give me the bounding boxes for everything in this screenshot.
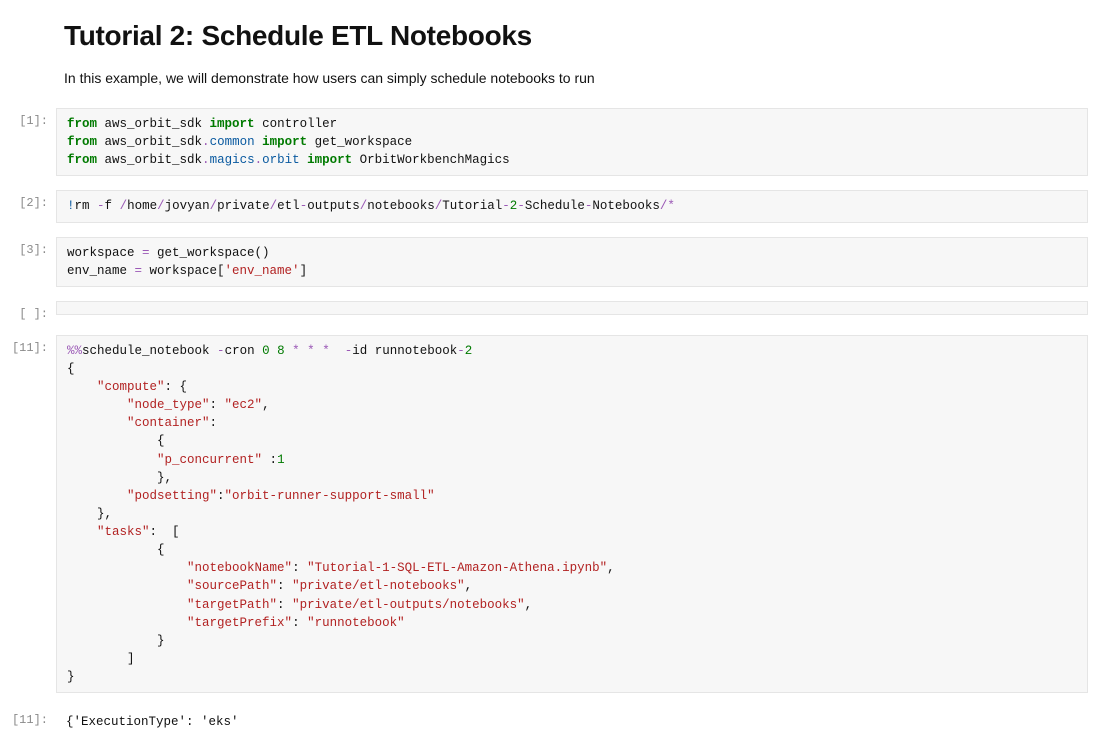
code-input-11[interactable]: %%schedule_notebook -cron 0 8 * * * -id … xyxy=(56,335,1088,693)
seg: outputs xyxy=(307,199,360,213)
page-title: Tutorial 2: Schedule ETL Notebooks xyxy=(64,20,1100,52)
prompt-out-11: [11]: xyxy=(0,707,56,727)
notebook: Tutorial 2: Schedule ETL Notebooks In th… xyxy=(0,0,1100,737)
json-string: "node_type" xyxy=(127,398,210,412)
output-cell-11: [11]: {'ExecutionType': 'eks' xyxy=(0,707,1100,737)
kw-import: import xyxy=(210,117,255,131)
json-string: "private/etl-outputs/notebooks" xyxy=(292,598,525,612)
json-string: "targetPath" xyxy=(187,598,277,612)
dash: - xyxy=(457,344,465,358)
cmd: rm xyxy=(75,199,98,213)
json-string: "podsetting" xyxy=(127,489,217,503)
json-string: "targetPrefix" xyxy=(187,616,292,630)
json-string: "tasks" xyxy=(97,525,150,539)
json-string: "p_concurrent" xyxy=(157,453,262,467)
mod: aws_orbit_sdk xyxy=(105,153,203,167)
star: * xyxy=(292,344,300,358)
dot: . xyxy=(202,135,210,149)
code-cell-1: [1]: from aws_orbit_sdk import controlle… xyxy=(0,108,1100,176)
kw-from: from xyxy=(67,135,105,149)
output-11: {'ExecutionType': 'eks' xyxy=(56,707,1088,737)
slash: / xyxy=(210,199,218,213)
expr: workspace[ xyxy=(142,264,225,278)
code-cell-2: [2]: !rm -f /home/jovyan/private/etl-out… xyxy=(0,190,1100,222)
mod: aws_orbit_sdk xyxy=(105,117,210,131)
ident: workspace xyxy=(67,246,142,260)
json-body: { "compute": { "node_type": "ec2", "cont… xyxy=(67,362,615,684)
json-string: "orbit-runner-support-small" xyxy=(225,489,435,503)
json-string: "ec2" xyxy=(225,398,263,412)
bang: ! xyxy=(67,199,75,213)
prompt-in-1: [1]: xyxy=(0,108,56,128)
br: ] xyxy=(300,264,308,278)
num: 2 xyxy=(465,344,473,358)
json-number: 1 xyxy=(277,453,285,467)
dash: - xyxy=(517,199,525,213)
num: 0 xyxy=(262,344,270,358)
dot: . xyxy=(255,153,263,167)
star: * xyxy=(307,344,315,358)
code-input-empty[interactable] xyxy=(56,301,1088,315)
ident: OrbitWorkbenchMagics xyxy=(352,153,510,167)
expr: get_workspace() xyxy=(150,246,270,260)
prompt-in-2: [2]: xyxy=(0,190,56,210)
intro-text: In this example, we will demonstrate how… xyxy=(64,70,1100,86)
prompt-in-empty: [ ]: xyxy=(0,301,56,321)
kw-import: import xyxy=(307,153,352,167)
prompt-in-11: [11]: xyxy=(0,335,56,355)
word: cron xyxy=(225,344,263,358)
code-input-3[interactable]: workspace = get_workspace() env_name = w… xyxy=(56,237,1088,287)
json-string: "sourcePath" xyxy=(187,579,277,593)
magic-name: schedule_notebook xyxy=(82,344,217,358)
kw-import: import xyxy=(262,135,307,149)
star: * xyxy=(667,199,675,213)
sp xyxy=(270,344,278,358)
ident: get_workspace xyxy=(307,135,412,149)
submod: common xyxy=(210,135,263,149)
kw-from: from xyxy=(67,153,105,167)
json-string: "notebookName" xyxy=(187,561,292,575)
mod: aws_orbit_sdk xyxy=(105,135,203,149)
code-cell-empty: [ ]: xyxy=(0,301,1100,321)
code-input-1[interactable]: from aws_orbit_sdk import controller fro… xyxy=(56,108,1088,176)
slash: / xyxy=(157,199,165,213)
prompt-in-3: [3]: xyxy=(0,237,56,257)
dash: - xyxy=(217,344,225,358)
num: 8 xyxy=(277,344,285,358)
sp xyxy=(330,344,345,358)
json-string: "container" xyxy=(127,416,210,430)
json-string: "private/etl-notebooks" xyxy=(292,579,465,593)
eq: = xyxy=(142,246,150,260)
ident: env_name xyxy=(67,264,135,278)
cell-magic: %% xyxy=(67,344,82,358)
flag: f xyxy=(105,199,120,213)
json-string: "runnotebook" xyxy=(307,616,405,630)
code-cell-3: [3]: workspace = get_workspace() env_nam… xyxy=(0,237,1100,287)
seg: notebooks xyxy=(367,199,435,213)
string: 'env_name' xyxy=(225,264,300,278)
json-string: "Tutorial-1-SQL-ETL-Amazon-Athena.ipynb" xyxy=(307,561,607,575)
seg: etl xyxy=(277,199,300,213)
seg: private xyxy=(217,199,270,213)
sp xyxy=(285,344,293,358)
eq: = xyxy=(135,264,143,278)
slash: / xyxy=(120,199,128,213)
word: id runnotebook xyxy=(352,344,457,358)
star: * xyxy=(322,344,330,358)
seg: home xyxy=(127,199,157,213)
json-string: "compute" xyxy=(97,380,165,394)
ident: controller xyxy=(255,117,338,131)
dash: - xyxy=(502,199,510,213)
dash: - xyxy=(97,199,105,213)
code-input-2[interactable]: !rm -f /home/jovyan/private/etl-outputs/… xyxy=(56,190,1088,222)
dot: . xyxy=(202,153,210,167)
seg: Schedule xyxy=(525,199,585,213)
submod: orbit xyxy=(262,153,307,167)
submod: magics xyxy=(210,153,255,167)
seg: jovyan xyxy=(165,199,210,213)
kw-from: from xyxy=(67,117,105,131)
seg: Tutorial xyxy=(442,199,502,213)
code-cell-11: [11]: %%schedule_notebook -cron 0 8 * * … xyxy=(0,335,1100,693)
seg: Notebooks xyxy=(592,199,660,213)
